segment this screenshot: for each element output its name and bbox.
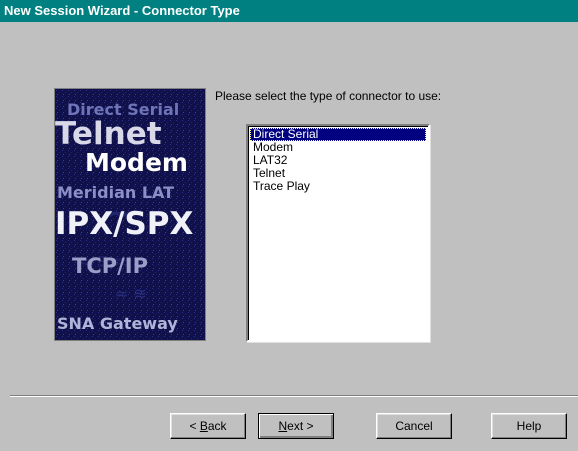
next-button[interactable]: Next > bbox=[258, 413, 334, 439]
button-separator bbox=[10, 395, 578, 397]
back-button-label: ack bbox=[207, 419, 227, 433]
connector-type-listbox[interactable]: Direct Serial Modem LAT32 Telnet Trace P… bbox=[246, 124, 430, 342]
connector-prompt-label: Please select the type of connector to u… bbox=[215, 89, 442, 103]
cancel-button[interactable]: Cancel bbox=[376, 413, 452, 439]
banner-word: IPX/SPX bbox=[55, 206, 194, 242]
wizard-window: New Session Wizard - Connector Type ~ ≈≋… bbox=[0, 0, 578, 451]
banner-word: Telnet bbox=[55, 116, 162, 152]
help-button[interactable]: Help bbox=[491, 413, 567, 439]
svg-text:≈ ≋: ≈ ≋ bbox=[115, 284, 147, 303]
list-item[interactable]: Trace Play bbox=[250, 180, 426, 193]
next-button-mnemonic: N bbox=[278, 419, 288, 433]
back-button-mnemonic: B bbox=[199, 419, 208, 433]
title-bar[interactable]: New Session Wizard - Connector Type bbox=[0, 0, 578, 22]
banner-word: TCP/IP bbox=[72, 254, 148, 278]
back-button[interactable]: < Back bbox=[170, 413, 246, 439]
banner-word: SNA Gateway bbox=[57, 314, 178, 333]
back-button-arrow: < bbox=[189, 419, 200, 433]
banner-word: Meridian LAT bbox=[57, 183, 174, 202]
window-title: New Session Wizard - Connector Type bbox=[4, 3, 240, 18]
banner-word: Modem bbox=[85, 148, 188, 177]
next-button-label: ext > bbox=[287, 419, 314, 433]
connector-banner-image: ~ ≈≋≈ ≈ ≋ Direct Serial Telnet Modem Mer… bbox=[54, 88, 206, 341]
